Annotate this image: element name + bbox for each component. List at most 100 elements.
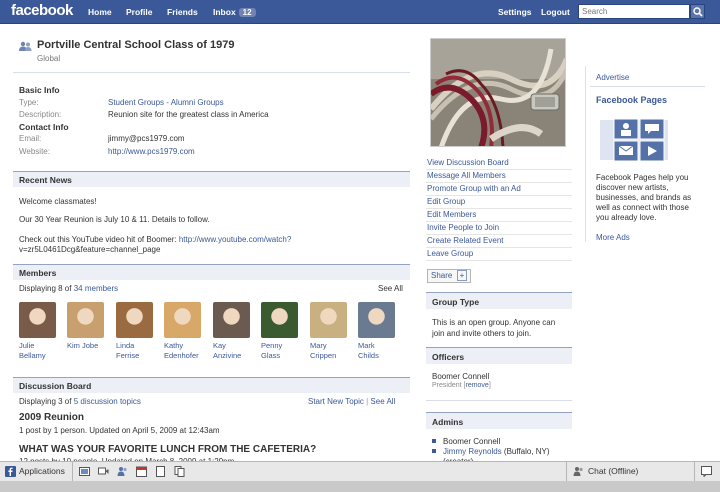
ad-title-link[interactable]: Facebook Pages [596, 95, 667, 105]
member-card[interactable]: Mark Childs [358, 302, 398, 361]
group-action-link[interactable]: Edit Members [426, 209, 572, 222]
search-icon [693, 7, 703, 17]
member-card[interactable]: Mary Crippen [310, 302, 350, 361]
group-action-link[interactable]: Message All Members [426, 170, 572, 183]
chat-bar: Applications Chat (Offline) [0, 461, 720, 482]
member-avatar[interactable] [213, 302, 250, 338]
member-avatar[interactable] [310, 302, 347, 338]
email-label: Email: [19, 134, 42, 143]
discussion-actions: Start New Topic | See All [308, 397, 395, 406]
member-card[interactable]: Penny Glass [261, 302, 301, 361]
member-first-name: Kay [213, 341, 226, 350]
type-value-link[interactable]: Student Groups - Alumni Groups [108, 98, 224, 107]
member-name-link[interactable]: Kim Jobe [67, 341, 107, 351]
group-photo-image [431, 39, 565, 146]
member-name-link[interactable]: Mark Childs [358, 341, 398, 361]
officer-remove-link[interactable]: remove [465, 382, 488, 389]
topic-title-1[interactable]: 2009 Reunion [19, 412, 84, 423]
member-last-name: Glass [261, 351, 281, 360]
officer-name-link[interactable]: Boomer Connell [432, 372, 489, 381]
advertise-link[interactable]: Advertise [596, 73, 629, 82]
share-button[interactable]: Share + [427, 269, 472, 283]
youtube-link-cont[interactable]: v=zr5L0461Dcg&feature=channel_page [19, 245, 160, 254]
group-action-link[interactable]: Edit Group [426, 196, 572, 209]
nav-inbox[interactable]: Inbox 12 [213, 7, 256, 17]
member-avatar[interactable] [67, 302, 104, 338]
group-action-link[interactable]: Invite People to Join [426, 222, 572, 235]
search-button[interactable] [690, 4, 705, 19]
discussion-see-all[interactable]: See All [370, 397, 395, 406]
member-name-link[interactable]: Mary Crippen [310, 341, 350, 361]
member-card[interactable]: Linda Ferrise [116, 302, 156, 361]
nav-profile[interactable]: Profile [126, 7, 152, 17]
divider [72, 462, 73, 482]
group-photo[interactable] [430, 38, 566, 147]
group-action-link[interactable]: Leave Group [426, 248, 572, 261]
member-avatar[interactable] [116, 302, 153, 338]
admins-heading: Admins [426, 412, 572, 429]
links-icon[interactable] [174, 466, 185, 477]
chat-status-button[interactable]: Chat (Offline) [588, 466, 638, 476]
member-name-link[interactable]: Kay Anzivine [213, 341, 253, 361]
start-new-topic-link[interactable]: Start New Topic [308, 397, 364, 406]
notes-icon[interactable] [155, 466, 166, 477]
separator: | [366, 397, 369, 406]
member-card[interactable]: Kay Anzivine [213, 302, 253, 361]
member-avatar[interactable] [19, 302, 56, 338]
member-avatar[interactable] [261, 302, 298, 338]
nav-home[interactable]: Home [88, 7, 112, 17]
group-action-link[interactable]: Promote Group with an Ad [426, 183, 572, 196]
member-last-name: Childs [358, 351, 379, 360]
video-icon[interactable] [98, 466, 109, 477]
member-name-link[interactable]: Kathy Edenhofer [164, 341, 204, 361]
group-action-link[interactable]: View Discussion Board [426, 157, 572, 170]
inbox-count-badge: 12 [238, 8, 256, 17]
website-label: Website: [19, 147, 50, 156]
more-ads-link[interactable]: More Ads [596, 233, 630, 242]
member-avatar[interactable] [164, 302, 201, 338]
member-avatar[interactable] [358, 302, 395, 338]
divider [13, 72, 410, 73]
notifications-icon[interactable] [701, 466, 712, 477]
bullet-icon [432, 449, 436, 453]
description-value: Reunion site for the greatest class in A… [108, 110, 269, 119]
facebook-pages-icon[interactable] [600, 114, 670, 164]
member-card[interactable]: Julie Bellamy [19, 302, 59, 361]
admin-2-link[interactable]: Jimmy Reynolds [443, 447, 502, 456]
member-name-link[interactable]: Julie Bellamy [19, 341, 59, 361]
friends-icon[interactable] [117, 466, 128, 477]
discussion-count-link[interactable]: 5 discussion topics [74, 397, 141, 406]
facebook-logo[interactable]: facebook [11, 2, 73, 19]
calendar-icon[interactable] [136, 466, 147, 477]
member-name-link[interactable]: Linda Ferrise [116, 341, 156, 361]
website-link[interactable]: http://www.pcs1979.com [108, 147, 195, 156]
nav-logout[interactable]: Logout [541, 7, 570, 17]
search-input[interactable]: Search [578, 4, 690, 19]
divider [590, 86, 705, 87]
member-first-name: Penny [261, 341, 283, 350]
member-first-name: Mark [358, 341, 375, 350]
news-line-3: Check out this YouTube video hit of Boom… [19, 235, 291, 244]
divider [566, 462, 567, 482]
contact-info-heading: Contact Info [19, 122, 69, 132]
topic-title-2[interactable]: WHAT WAS YOUR FAVORITE LUNCH FROM THE CA… [19, 444, 316, 455]
admin-1-link[interactable]: Boomer Connell [443, 437, 500, 446]
share-plus-icon: + [456, 270, 468, 281]
group-type-text: This is an open group. Anyone can join a… [432, 318, 556, 338]
member-first-name: Linda [116, 341, 135, 350]
nav-settings[interactable]: Settings [498, 7, 532, 17]
group-action-link[interactable]: Create Related Event [426, 235, 572, 248]
member-card[interactable]: Kathy Edenhofer [164, 302, 204, 361]
members-count-link[interactable]: 34 members [74, 284, 118, 293]
members-see-all[interactable]: See All [378, 284, 403, 293]
news-line-3-prefix: Check out this YouTube video hit of Boom… [19, 235, 179, 244]
member-card[interactable]: Kim Jobe [67, 302, 107, 351]
member-first-name: Julie [19, 341, 35, 350]
member-last-name: Crippen [310, 351, 337, 360]
photos-icon[interactable] [79, 466, 90, 477]
nav-friends[interactable]: Friends [167, 7, 198, 17]
youtube-link[interactable]: http://www.youtube.com/watch? [179, 235, 292, 244]
member-name-link[interactable]: Penny Glass [261, 341, 301, 361]
applications-menu[interactable]: Applications [19, 466, 65, 476]
member-first-name: Mary [310, 341, 327, 350]
